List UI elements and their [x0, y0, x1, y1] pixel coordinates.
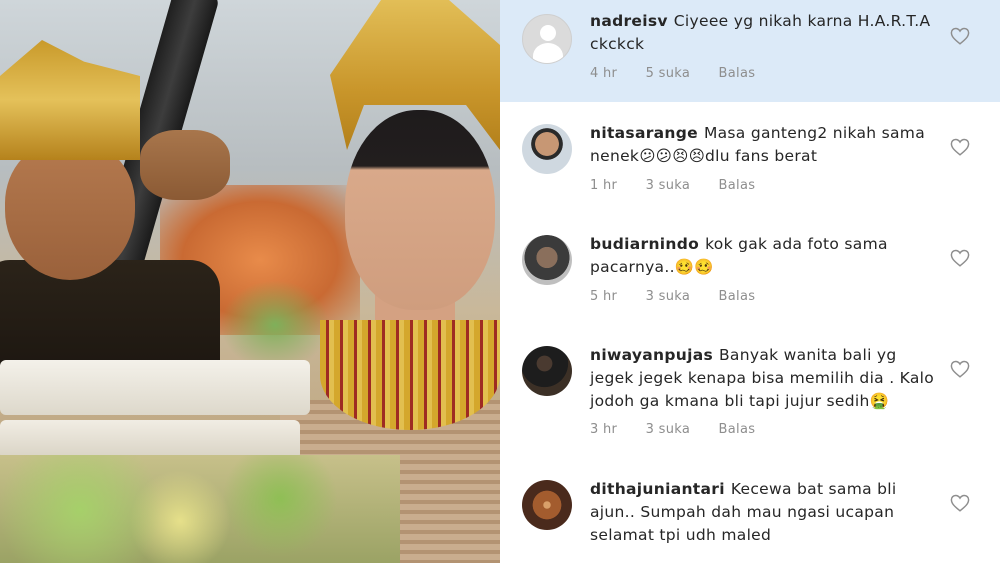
photo-leaves: [0, 455, 400, 563]
comment-item: budiarnindo kok gak ada foto sama pacarny…: [500, 213, 1000, 324]
default-avatar-icon[interactable]: [522, 14, 572, 64]
comment-username[interactable]: niwayanpujas: [590, 346, 713, 364]
comment-username[interactable]: nitasarange: [590, 124, 698, 142]
user-avatar[interactable]: [522, 235, 572, 285]
photo-groom-face: [5, 140, 135, 280]
photo-hand: [140, 130, 230, 200]
photo-bride-necklace: [320, 320, 500, 430]
comment-meta: 5 hr 3 suka Balas: [590, 289, 779, 304]
comment-text: budiarnindo kok gak ada foto sama pacarny…: [590, 233, 945, 279]
reply-button[interactable]: Balas: [719, 66, 756, 81]
heart-icon[interactable]: [950, 27, 972, 47]
comment-time: 3 hr: [590, 422, 618, 437]
user-avatar[interactable]: [522, 124, 572, 174]
comment-username[interactable]: dithajuniantari: [590, 480, 725, 498]
comment-likes[interactable]: 3 suka: [646, 422, 690, 437]
comment-meta: 1 hr 3 suka Balas: [590, 178, 779, 193]
comment-text: nitasarange Masa ganteng2 nikah sama nene…: [590, 122, 945, 168]
comment-time: 1 hr: [590, 178, 618, 193]
photo-offering-tray-lower: [0, 420, 300, 460]
comment-likes[interactable]: 5 suka: [646, 66, 690, 81]
photo-groom-crown: [0, 40, 140, 160]
comment-item: nitasarange Masa ganteng2 nikah sama nene…: [500, 102, 1000, 213]
reply-button[interactable]: Balas: [719, 178, 756, 193]
comment-text: dithajuniantari Kecewa bat sama bli ajun.…: [590, 478, 945, 547]
comment-username[interactable]: nadreisv: [590, 12, 668, 30]
avatar-shoulders-shape: [533, 43, 563, 63]
heart-icon[interactable]: [950, 249, 972, 269]
comment-text: nadreisv Ciyeee yg nikah karna H.A.R.T.A …: [590, 10, 945, 56]
comment-list: nadreisv Ciyeee yg nikah karna H.A.R.T.A …: [500, 0, 1000, 563]
wedding-photo: [0, 0, 500, 563]
reply-button[interactable]: Balas: [719, 422, 756, 437]
reply-button[interactable]: Balas: [719, 289, 756, 304]
user-avatar[interactable]: [522, 480, 572, 530]
comment-item: nadreisv Ciyeee yg nikah karna H.A.R.T.A …: [500, 0, 1000, 102]
heart-icon[interactable]: [950, 138, 972, 158]
photo-bride-head: [345, 110, 495, 310]
heart-icon[interactable]: [950, 360, 972, 380]
comment-item: niwayanpujas Banyak wanita bali yg jegek …: [500, 324, 1000, 458]
comment-meta: 4 hr 5 suka Balas: [590, 66, 779, 81]
comment-likes[interactable]: 3 suka: [646, 178, 690, 193]
comment-time: 4 hr: [590, 66, 618, 81]
comment-time: 5 hr: [590, 289, 618, 304]
heart-icon[interactable]: [950, 494, 972, 514]
comment-item: dithajuniantari Kecewa bat sama bli ajun.…: [500, 458, 1000, 563]
user-avatar[interactable]: [522, 346, 572, 396]
photo-background-plants: [220, 280, 330, 370]
photo-offering-tray: [0, 360, 310, 415]
comment-username[interactable]: budiarnindo: [590, 235, 699, 253]
comment-text: niwayanpujas Banyak wanita bali yg jegek …: [590, 344, 945, 413]
comment-meta: 3 hr 3 suka Balas: [590, 422, 779, 437]
avatar-head-shape: [540, 25, 556, 41]
comment-likes[interactable]: 3 suka: [646, 289, 690, 304]
